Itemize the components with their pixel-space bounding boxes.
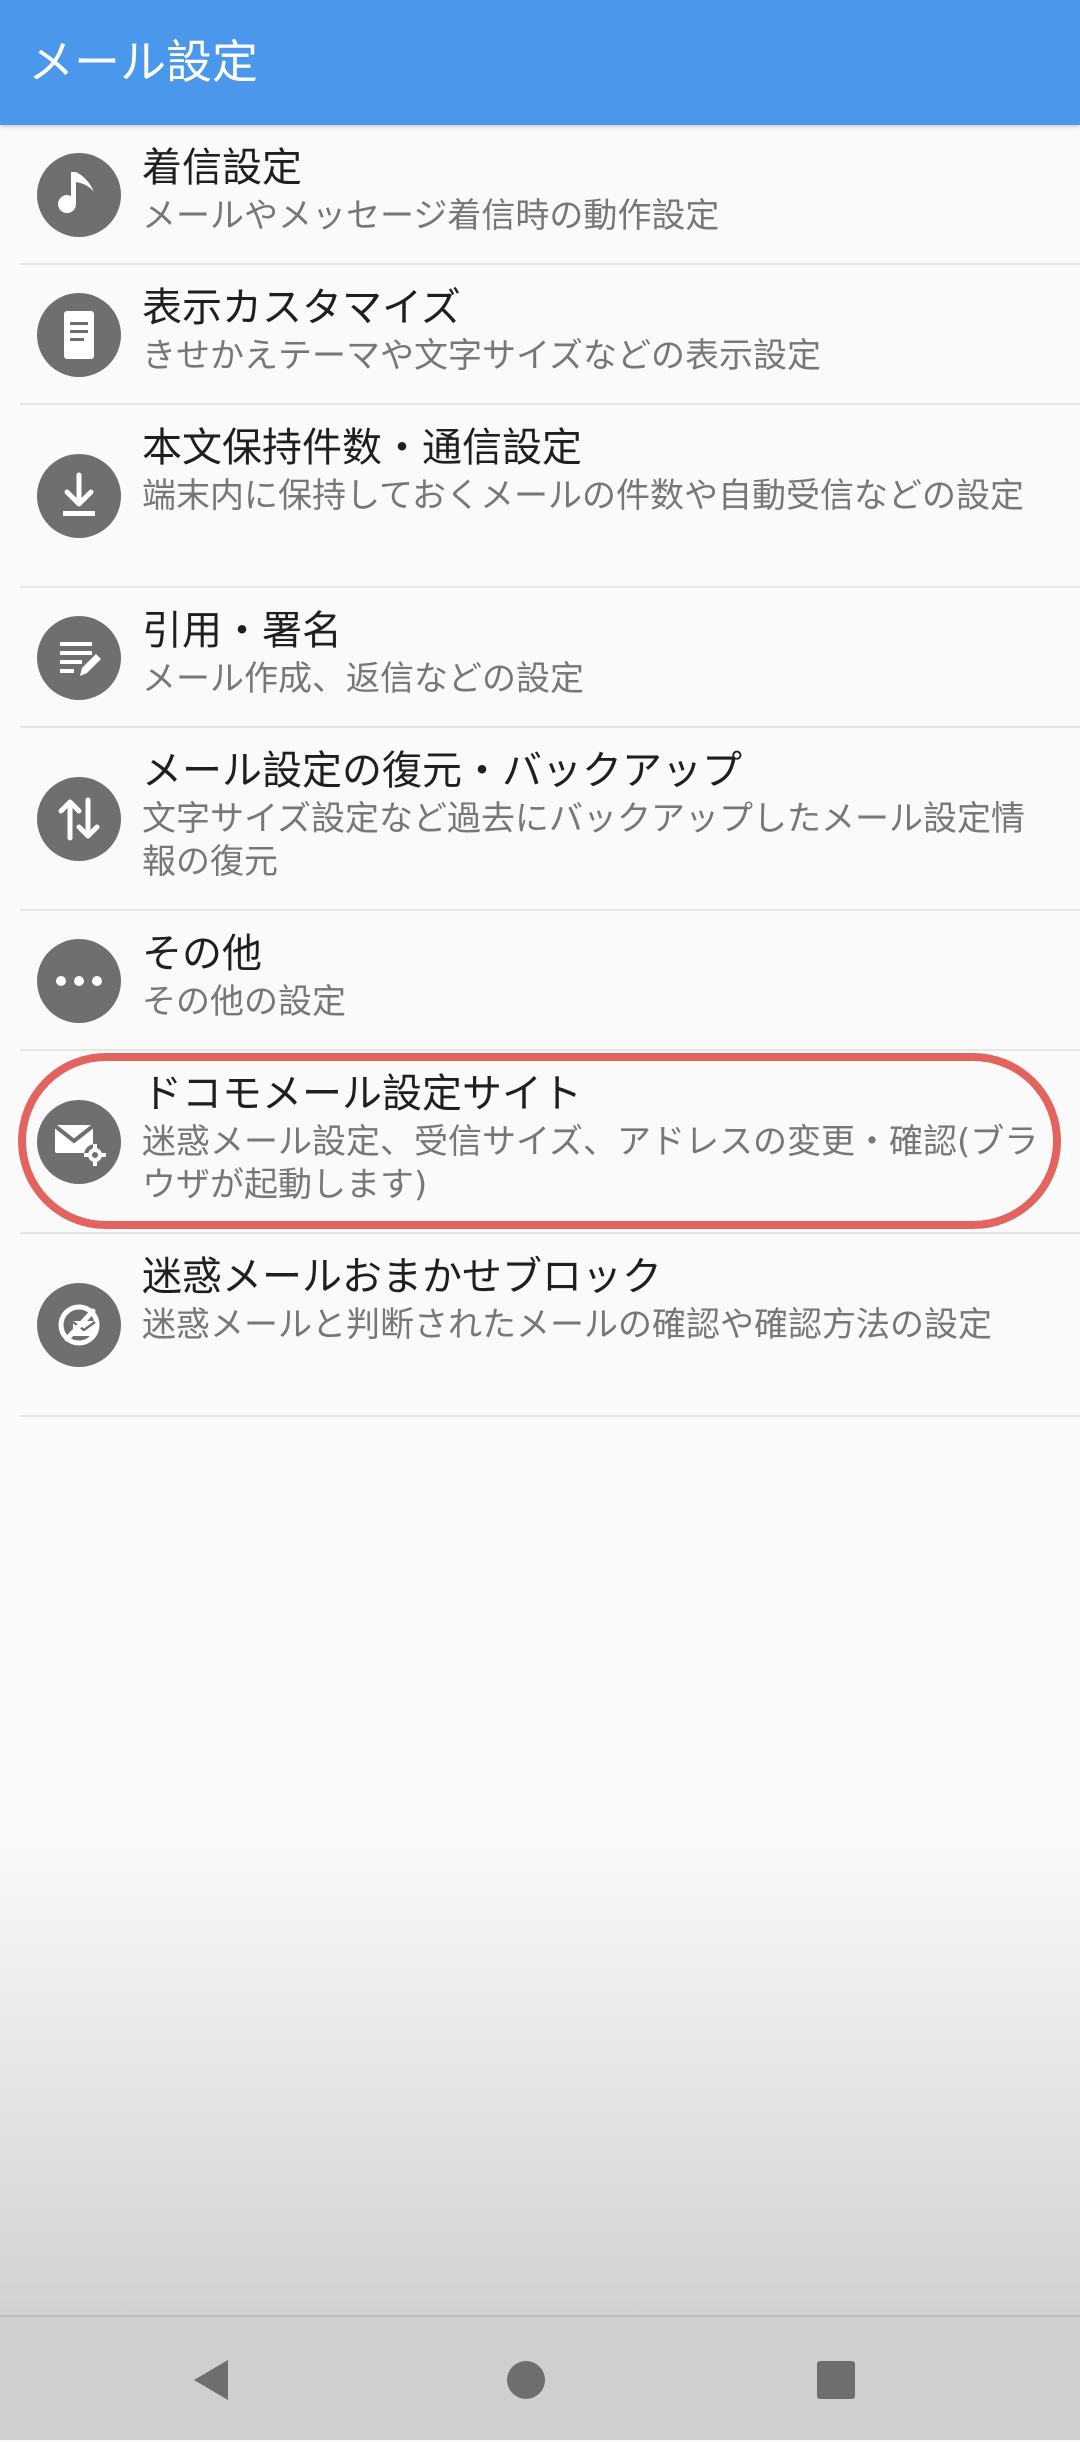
item-label: 迷惑メールおまかせブロック (142, 1254, 662, 1300)
item-description: メールやメッセージ着信時の動作設定 (142, 196, 720, 236)
item-label: メール設定の復元・バックアップ (142, 748, 742, 794)
page-title: メール設定 (28, 35, 258, 89)
download-icon (37, 454, 121, 538)
item-label: 本文保持件数・通信設定 (142, 425, 582, 471)
more-dots-icon (37, 939, 121, 1023)
item-description: 端末内に保持しておくメールの件数や自動受信などの設定 (142, 476, 1024, 516)
settings-item-quote-signature[interactable]: 引用・署名 メール作成、返信などの設定 (0, 588, 1080, 728)
settings-item-storage-network[interactable]: 本文保持件数・通信設定 端末内に保持しておくメールの件数や自動受信などの設定 (0, 405, 1080, 588)
divider (20, 1415, 1080, 1417)
settings-item-other[interactable]: その他 その他の設定 (0, 911, 1080, 1051)
item-label: 着信設定 (142, 145, 302, 191)
item-description: きせかえテーマや文字サイズなどの表示設定 (142, 336, 821, 376)
item-description: 文字サイズ設定など過去にバックアップしたメール設定情報の復元 (142, 799, 1025, 882)
item-label: その他 (142, 931, 262, 977)
item-description: 迷惑メール設定、受信サイズ、アドレスの変更・確認(ブラウザが起動します) (142, 1122, 1039, 1205)
phone-display-icon (37, 293, 121, 377)
system-nav-bar (0, 2315, 1080, 2440)
settings-item-display[interactable]: 表示カスタマイズ きせかえテーマや文字サイズなどの表示設定 (0, 265, 1080, 405)
recents-button[interactable] (776, 2317, 896, 2442)
back-button[interactable] (150, 2317, 270, 2442)
item-label: 表示カスタマイズ (142, 285, 461, 331)
settings-item-restore-backup[interactable]: メール設定の復元・バックアップ 文字サイズ設定など過去にバックアップしたメール設… (0, 728, 1080, 911)
background-fade (0, 1830, 1080, 2315)
item-description: 迷惑メールと判断されたメールの確認や確認方法の設定 (142, 1305, 992, 1345)
home-button[interactable] (466, 2317, 586, 2442)
music-note-icon (37, 153, 121, 237)
settings-item-spam-block[interactable]: 迷惑メールおまかせブロック 迷惑メールと判断されたメールの確認や確認方法の設定 (0, 1234, 1080, 1417)
item-description: メール作成、返信などの設定 (142, 659, 584, 699)
item-label: ドコモメール設定サイト (142, 1071, 582, 1117)
settings-item-incoming[interactable]: 着信設定 メールやメッセージ着信時の動作設定 (0, 125, 1080, 265)
back-icon (194, 2359, 228, 2400)
edit-lines-icon (37, 616, 121, 700)
spam-block-icon (37, 1283, 121, 1367)
settings-list: 着信設定 メールやメッセージ着信時の動作設定 表示カスタマイズ きせかえテーマや… (0, 125, 1080, 1417)
recents-icon (817, 2360, 855, 2399)
swap-vertical-icon (37, 777, 121, 861)
app-bar: メール設定 (0, 0, 1080, 125)
mail-settings-icon (37, 1100, 121, 1184)
item-label: 引用・署名 (142, 608, 342, 654)
home-icon (507, 2360, 545, 2399)
settings-item-docomo-mail-site[interactable]: ドコモメール設定サイト 迷惑メール設定、受信サイズ、アドレスの変更・確認(ブラウ… (0, 1051, 1080, 1234)
item-description: その他の設定 (142, 982, 346, 1022)
